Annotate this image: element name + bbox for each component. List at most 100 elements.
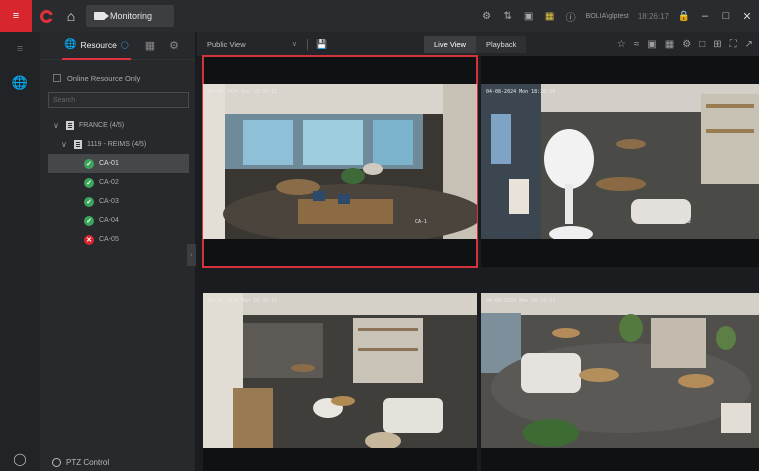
user-name[interactable]: BOLIA\glptest (586, 13, 629, 20)
fullscreen-icon[interactable]: ⛶ (730, 39, 737, 50)
tab-monitoring-label: Monitoring (110, 11, 153, 21)
tree-node-store[interactable]: ∨ 1119 - REIMS (4/5) (40, 135, 195, 154)
screen-icon[interactable]: ▣ (523, 10, 535, 22)
menu-icon[interactable]: ≡ (0, 40, 40, 58)
view-tools: ☆ ≈ ▣ ▦ ⚙ □ ⊞ ⛶ ↗ (617, 32, 753, 56)
globe-icon: 🌐 (64, 39, 77, 50)
camera-label: CA-03 (99, 198, 119, 205)
tree-node-site[interactable]: ∨ FRANCE (4/5) (40, 116, 195, 135)
chevron-down-icon[interactable]: ∨ (53, 121, 61, 130)
tree-node-camera[interactable]: ✓ CA-03 (40, 192, 195, 211)
edge-icon[interactable]: ◯ (0, 450, 40, 468)
camera-online-icon: ✓ (84, 158, 94, 169)
tree-node-camera[interactable]: ✓ CA-01 (48, 154, 189, 173)
camera-feed: 04-08-2024 Mon 18:26:17 (203, 293, 477, 448)
record-icon[interactable]: ▦ (665, 39, 674, 50)
view-toolbar: Public View ∨ 💾 Live View Playback ☆ ≈ ▣… (197, 32, 759, 56)
tab-resource-label: Resource (80, 39, 117, 50)
tab-resource[interactable]: 🌐 Resource ◯ (62, 32, 131, 60)
camera-label: CA-01 (99, 160, 119, 167)
camera-name-overlay: CA-2 (678, 219, 691, 225)
title-bar: ≡ ⌂ Monitoring ⚙ ⇅ ▣ ▦ ⓘ BOLIA\glptest 1… (0, 0, 759, 32)
camera-feed: 04-08-2024 Mon 18:26:18 CA-2 (481, 84, 759, 239)
camera-image (203, 84, 477, 239)
camera-timestamp: 04-08-2024 Mon 18:26:17 (208, 89, 278, 95)
mode-tabs: Live View Playback (424, 36, 527, 53)
tab-playback[interactable]: Playback (475, 36, 527, 53)
site-label: FRANCE (4/5) (79, 122, 125, 129)
image-icon[interactable]: ▦ (544, 10, 556, 22)
tree-node-camera[interactable]: ✓ CA-04 (40, 211, 195, 230)
lock-icon[interactable]: 🔒 (678, 10, 690, 22)
video-tile[interactable]: 04-08-2024 Mon 18:26:18 CA-2 (481, 56, 759, 267)
camera-image (203, 293, 477, 448)
divider (307, 38, 308, 50)
popout-icon[interactable]: ↗ (745, 39, 753, 50)
globe-icon[interactable]: 🌐 (0, 72, 40, 94)
video-tile[interactable]: 04-08-2024 Mon 18:26:17 (481, 293, 759, 471)
panel-tabs: 🌐 Resource ◯ ▦ ⚙ (40, 32, 195, 60)
tab-monitoring[interactable]: Monitoring (86, 5, 174, 27)
video-tile[interactable]: 04-08-2024 Mon 18:26:17 CA-1 (202, 55, 478, 268)
sort-icon[interactable]: ⇅ (502, 10, 514, 22)
save-view-icon[interactable]: 💾 (316, 39, 327, 50)
online-only-label: Online Resource Only (67, 73, 141, 83)
camera-feed: 04-08-2024 Mon 18:26:17 CA-1 (203, 84, 477, 239)
resource-tree: ∨ FRANCE (4/5) ∨ 1119 - REIMS (4/5) ✓ CA… (40, 116, 195, 249)
online-only-checkbox[interactable] (53, 74, 61, 82)
building-icon (66, 121, 74, 130)
camera-name-overlay: CA-1 (414, 219, 427, 225)
video-tile[interactable]: 04-08-2024 Mon 18:26:17 (203, 293, 477, 471)
camera-online-icon: ✓ (84, 177, 94, 188)
tab-view-icon[interactable]: ▦ (145, 39, 155, 52)
title-bar-tools: ⚙ ⇅ ▣ ▦ ⓘ BOLIA\glptest 18:26:17 🔒 – □ ✕ (481, 0, 753, 32)
camera-offline-icon: ✕ (84, 234, 94, 245)
tree-node-camera[interactable]: ✓ CA-02 (40, 173, 195, 192)
wifi-icon[interactable]: ≈ (634, 39, 640, 50)
tab-settings-icon[interactable]: ⚙ (169, 39, 179, 52)
grid-layout-icon[interactable]: ⊞ (713, 39, 721, 50)
home-icon[interactable]: ⌂ (60, 0, 82, 32)
chevron-down-icon[interactable]: ∨ (61, 140, 69, 149)
ptz-control[interactable]: PTZ Control (52, 458, 109, 467)
info-icon: ◯ (120, 41, 129, 49)
camera-label: CA-04 (99, 217, 119, 224)
camera-timestamp: 04-08-2024 Mon 18:26:17 (486, 298, 556, 304)
ptz-icon (52, 458, 61, 467)
video-camera-icon (94, 12, 109, 20)
camera-label: CA-02 (99, 179, 119, 186)
app-grid-icon[interactable]: ≡ (0, 0, 32, 32)
building-icon (74, 140, 82, 149)
camera-online-icon: ✓ (84, 196, 94, 207)
close-button[interactable]: ✕ (741, 10, 753, 23)
view-select[interactable]: Public View ∨ (207, 40, 297, 49)
camera-image (481, 293, 759, 448)
left-rail: ≡ 🌐 ◯ (0, 32, 40, 471)
star-icon[interactable]: ☆ (617, 39, 626, 50)
online-only-toggle[interactable]: Online Resource Only (40, 72, 195, 84)
brand-logo (32, 0, 60, 32)
collapse-panel-button[interactable]: ‹ (187, 244, 196, 266)
tab-live-view[interactable]: Live View (424, 36, 476, 53)
store-label: 1119 - REIMS (4/5) (87, 141, 147, 148)
camera-image (481, 84, 759, 239)
settings-icon[interactable]: ⚙ (682, 39, 691, 50)
window-icon[interactable]: □ (699, 39, 705, 50)
camera-timestamp: 04-08-2024 Mon 18:26:17 (208, 298, 278, 304)
settings-icon[interactable]: ⚙ (481, 10, 493, 22)
camera-label: CA-05 (99, 236, 119, 243)
minimize-button[interactable]: – (699, 10, 711, 22)
camera-feed: 04-08-2024 Mon 18:26:17 (481, 293, 759, 448)
help-icon[interactable]: ⓘ (565, 10, 577, 24)
tree-node-camera[interactable]: ✕ CA-05 (40, 230, 195, 249)
view-select-label: Public View (207, 39, 246, 49)
ptz-label: PTZ Control (66, 458, 110, 467)
search-input[interactable]: Search (48, 92, 189, 108)
camera-online-icon: ✓ (84, 215, 94, 226)
video-grid: 04-08-2024 Mon 18:26:17 CA-1 04-08-2024 … (202, 55, 759, 471)
chevron-down-icon: ∨ (291, 41, 297, 48)
resource-panel: 🌐 Resource ◯ ▦ ⚙ Online Resource Only Se… (40, 32, 196, 471)
screen-icon[interactable]: ▣ (647, 39, 656, 50)
maximize-button[interactable]: □ (720, 10, 732, 22)
camera-timestamp: 04-08-2024 Mon 18:26:18 (486, 89, 556, 95)
